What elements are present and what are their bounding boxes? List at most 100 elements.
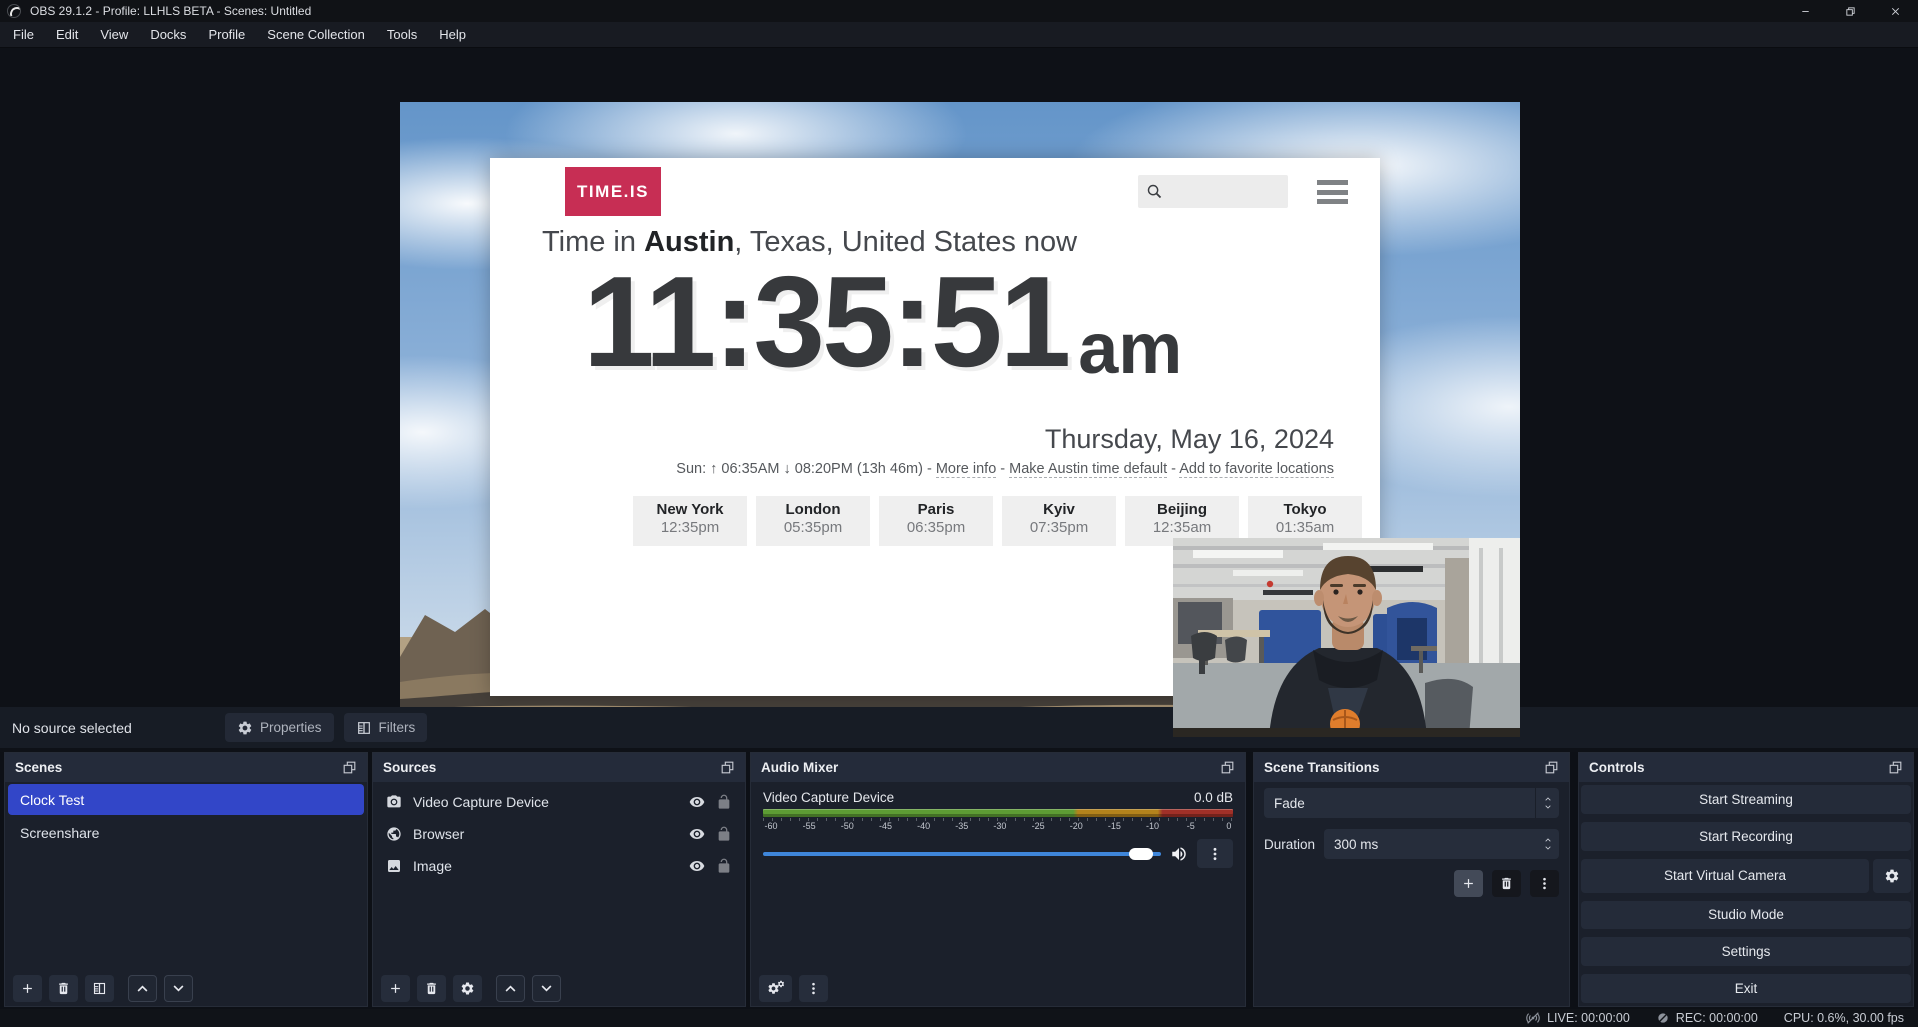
mixer-menu-kebab-button[interactable] bbox=[799, 975, 828, 1002]
source-up-button[interactable] bbox=[496, 975, 525, 1002]
window-title: OBS 29.1.2 - Profile: LLHLS BETA - Scene… bbox=[30, 4, 311, 18]
mixer-channel-level: 0.0 dB bbox=[1194, 790, 1233, 805]
favorites-link: Add to favorite locations bbox=[1179, 461, 1334, 478]
popout-icon[interactable] bbox=[342, 760, 357, 775]
settings-button[interactable]: Settings bbox=[1581, 937, 1911, 966]
scene-down-button[interactable] bbox=[164, 975, 193, 1002]
menu-view[interactable]: View bbox=[89, 22, 139, 48]
timeis-ampm: am bbox=[1078, 313, 1182, 385]
filter-icon bbox=[356, 720, 372, 736]
menu-bar: File Edit View Docks Profile Scene Colle… bbox=[0, 22, 1918, 48]
scene-item-screenshare[interactable]: Screenshare bbox=[8, 817, 364, 848]
scene-up-button[interactable] bbox=[128, 975, 157, 1002]
start-streaming-button[interactable]: Start Streaming bbox=[1581, 785, 1911, 814]
menu-edit[interactable]: Edit bbox=[45, 22, 89, 48]
city-box: Paris06:35pm bbox=[879, 496, 993, 546]
sources-dock: Sources Video Capture Device Browser Ima… bbox=[372, 752, 746, 1007]
duration-spin-chevrons[interactable] bbox=[1543, 836, 1553, 852]
popout-icon[interactable] bbox=[1888, 760, 1903, 775]
menu-scene-collection[interactable]: Scene Collection bbox=[256, 22, 376, 48]
menu-file[interactable]: File bbox=[2, 22, 45, 48]
city-box: London05:35pm bbox=[756, 496, 870, 546]
advanced-audio-button[interactable] bbox=[759, 975, 792, 1002]
cpu-fps-stats: CPU: 0.6%, 30.00 fps bbox=[1784, 1011, 1904, 1025]
menu-profile[interactable]: Profile bbox=[197, 22, 256, 48]
add-source-button[interactable] bbox=[381, 975, 410, 1002]
live-signal-icon bbox=[1525, 1010, 1541, 1026]
start-virtual-camera-button[interactable]: Start Virtual Camera bbox=[1581, 859, 1869, 893]
scene-filters-button[interactable] bbox=[85, 975, 114, 1002]
visibility-eye-icon[interactable] bbox=[689, 794, 705, 810]
visibility-eye-icon[interactable] bbox=[689, 858, 705, 874]
source-status-text: No source selected bbox=[12, 720, 132, 736]
scene-item-clock-test[interactable]: Clock Test bbox=[8, 784, 364, 815]
studio-mode-button[interactable]: Studio Mode bbox=[1581, 901, 1911, 930]
menu-tools[interactable]: Tools bbox=[376, 22, 428, 48]
live-time: LIVE: 00:00:00 bbox=[1547, 1011, 1630, 1025]
source-row-video-capture[interactable]: Video Capture Device bbox=[373, 786, 745, 818]
start-recording-button[interactable]: Start Recording bbox=[1581, 822, 1911, 851]
controls-dock: Controls Start Streaming Start Recording… bbox=[1578, 752, 1914, 1007]
lock-icon[interactable] bbox=[716, 794, 732, 810]
more-info-link: More info bbox=[936, 461, 996, 478]
sources-title: Sources bbox=[383, 760, 436, 775]
audio-mixer-title: Audio Mixer bbox=[761, 760, 838, 775]
search-icon bbox=[1146, 183, 1163, 200]
city-box: New York12:35pm bbox=[633, 496, 747, 546]
title-bar: OBS 29.1.2 - Profile: LLHLS BETA - Scene… bbox=[0, 0, 1918, 22]
menu-help[interactable]: Help bbox=[428, 22, 477, 48]
volume-meter bbox=[763, 809, 1233, 817]
popout-icon[interactable] bbox=[1220, 760, 1235, 775]
speaker-icon[interactable] bbox=[1170, 845, 1188, 863]
properties-button[interactable]: Properties bbox=[225, 713, 334, 742]
timeis-search-box bbox=[1138, 175, 1288, 208]
hamburger-menu-icon bbox=[1317, 180, 1348, 204]
source-down-button[interactable] bbox=[532, 975, 561, 1002]
audio-mixer-dock: Audio Mixer Video Capture Device 0.0 dB … bbox=[750, 752, 1246, 1007]
controls-title: Controls bbox=[1589, 760, 1645, 775]
status-bar: LIVE: 00:00:00 REC: 00:00:00 CPU: 0.6%, … bbox=[0, 1009, 1918, 1027]
scenes-dock: Scenes Clock Test Screenshare bbox=[4, 752, 368, 1007]
virtual-camera-config-button[interactable] bbox=[1873, 859, 1911, 893]
volume-slider-handle[interactable] bbox=[1129, 848, 1153, 860]
webcam-video bbox=[1173, 538, 1520, 737]
duration-label: Duration bbox=[1264, 837, 1315, 852]
volume-slider[interactable] bbox=[763, 843, 1161, 865]
globe-icon bbox=[386, 826, 402, 842]
add-transition-button[interactable] bbox=[1454, 870, 1483, 897]
popout-icon[interactable] bbox=[720, 760, 735, 775]
remove-scene-button[interactable] bbox=[49, 975, 78, 1002]
restore-button[interactable] bbox=[1828, 0, 1873, 22]
duration-spinbox[interactable]: 300 ms bbox=[1324, 829, 1559, 859]
source-properties-button[interactable] bbox=[453, 975, 482, 1002]
transition-select[interactable]: Fade bbox=[1264, 788, 1559, 818]
scene-transitions-dock: Scene Transitions Fade Duration 300 ms bbox=[1253, 752, 1570, 1007]
source-row-image[interactable]: Image bbox=[373, 850, 745, 882]
popout-icon[interactable] bbox=[1544, 760, 1559, 775]
transition-options-kebab-button[interactable] bbox=[1530, 870, 1559, 897]
minimize-button[interactable] bbox=[1783, 0, 1828, 22]
filters-button[interactable]: Filters bbox=[344, 713, 428, 742]
scenes-title: Scenes bbox=[15, 760, 62, 775]
source-row-browser[interactable]: Browser bbox=[373, 818, 745, 850]
meter-tick-labels: -60-55-50-45-40-35-30-25-20-15-10-50 bbox=[761, 821, 1239, 831]
visibility-eye-icon[interactable] bbox=[689, 826, 705, 842]
mixer-options-kebab-button[interactable] bbox=[1197, 839, 1233, 868]
timeis-clock: 11:35:51 bbox=[583, 258, 1068, 387]
transition-select-chevrons[interactable] bbox=[1535, 788, 1559, 818]
timeis-logo: TIME.IS bbox=[565, 167, 661, 216]
close-button[interactable] bbox=[1873, 0, 1918, 22]
menu-docks[interactable]: Docks bbox=[139, 22, 197, 48]
rec-time: REC: 00:00:00 bbox=[1676, 1011, 1758, 1025]
remove-transition-button[interactable] bbox=[1492, 870, 1521, 897]
gear-icon bbox=[237, 720, 253, 736]
remove-source-button[interactable] bbox=[417, 975, 446, 1002]
scene-transitions-title: Scene Transitions bbox=[1264, 760, 1380, 775]
preview-canvas[interactable]: TIME.IS Time in Austin, Texas, United St… bbox=[0, 48, 1918, 752]
camera-icon bbox=[386, 794, 402, 810]
lock-icon[interactable] bbox=[716, 826, 732, 842]
exit-button[interactable]: Exit bbox=[1581, 974, 1911, 1003]
lock-icon[interactable] bbox=[716, 858, 732, 874]
record-dot-icon bbox=[1656, 1011, 1670, 1025]
add-scene-button[interactable] bbox=[13, 975, 42, 1002]
